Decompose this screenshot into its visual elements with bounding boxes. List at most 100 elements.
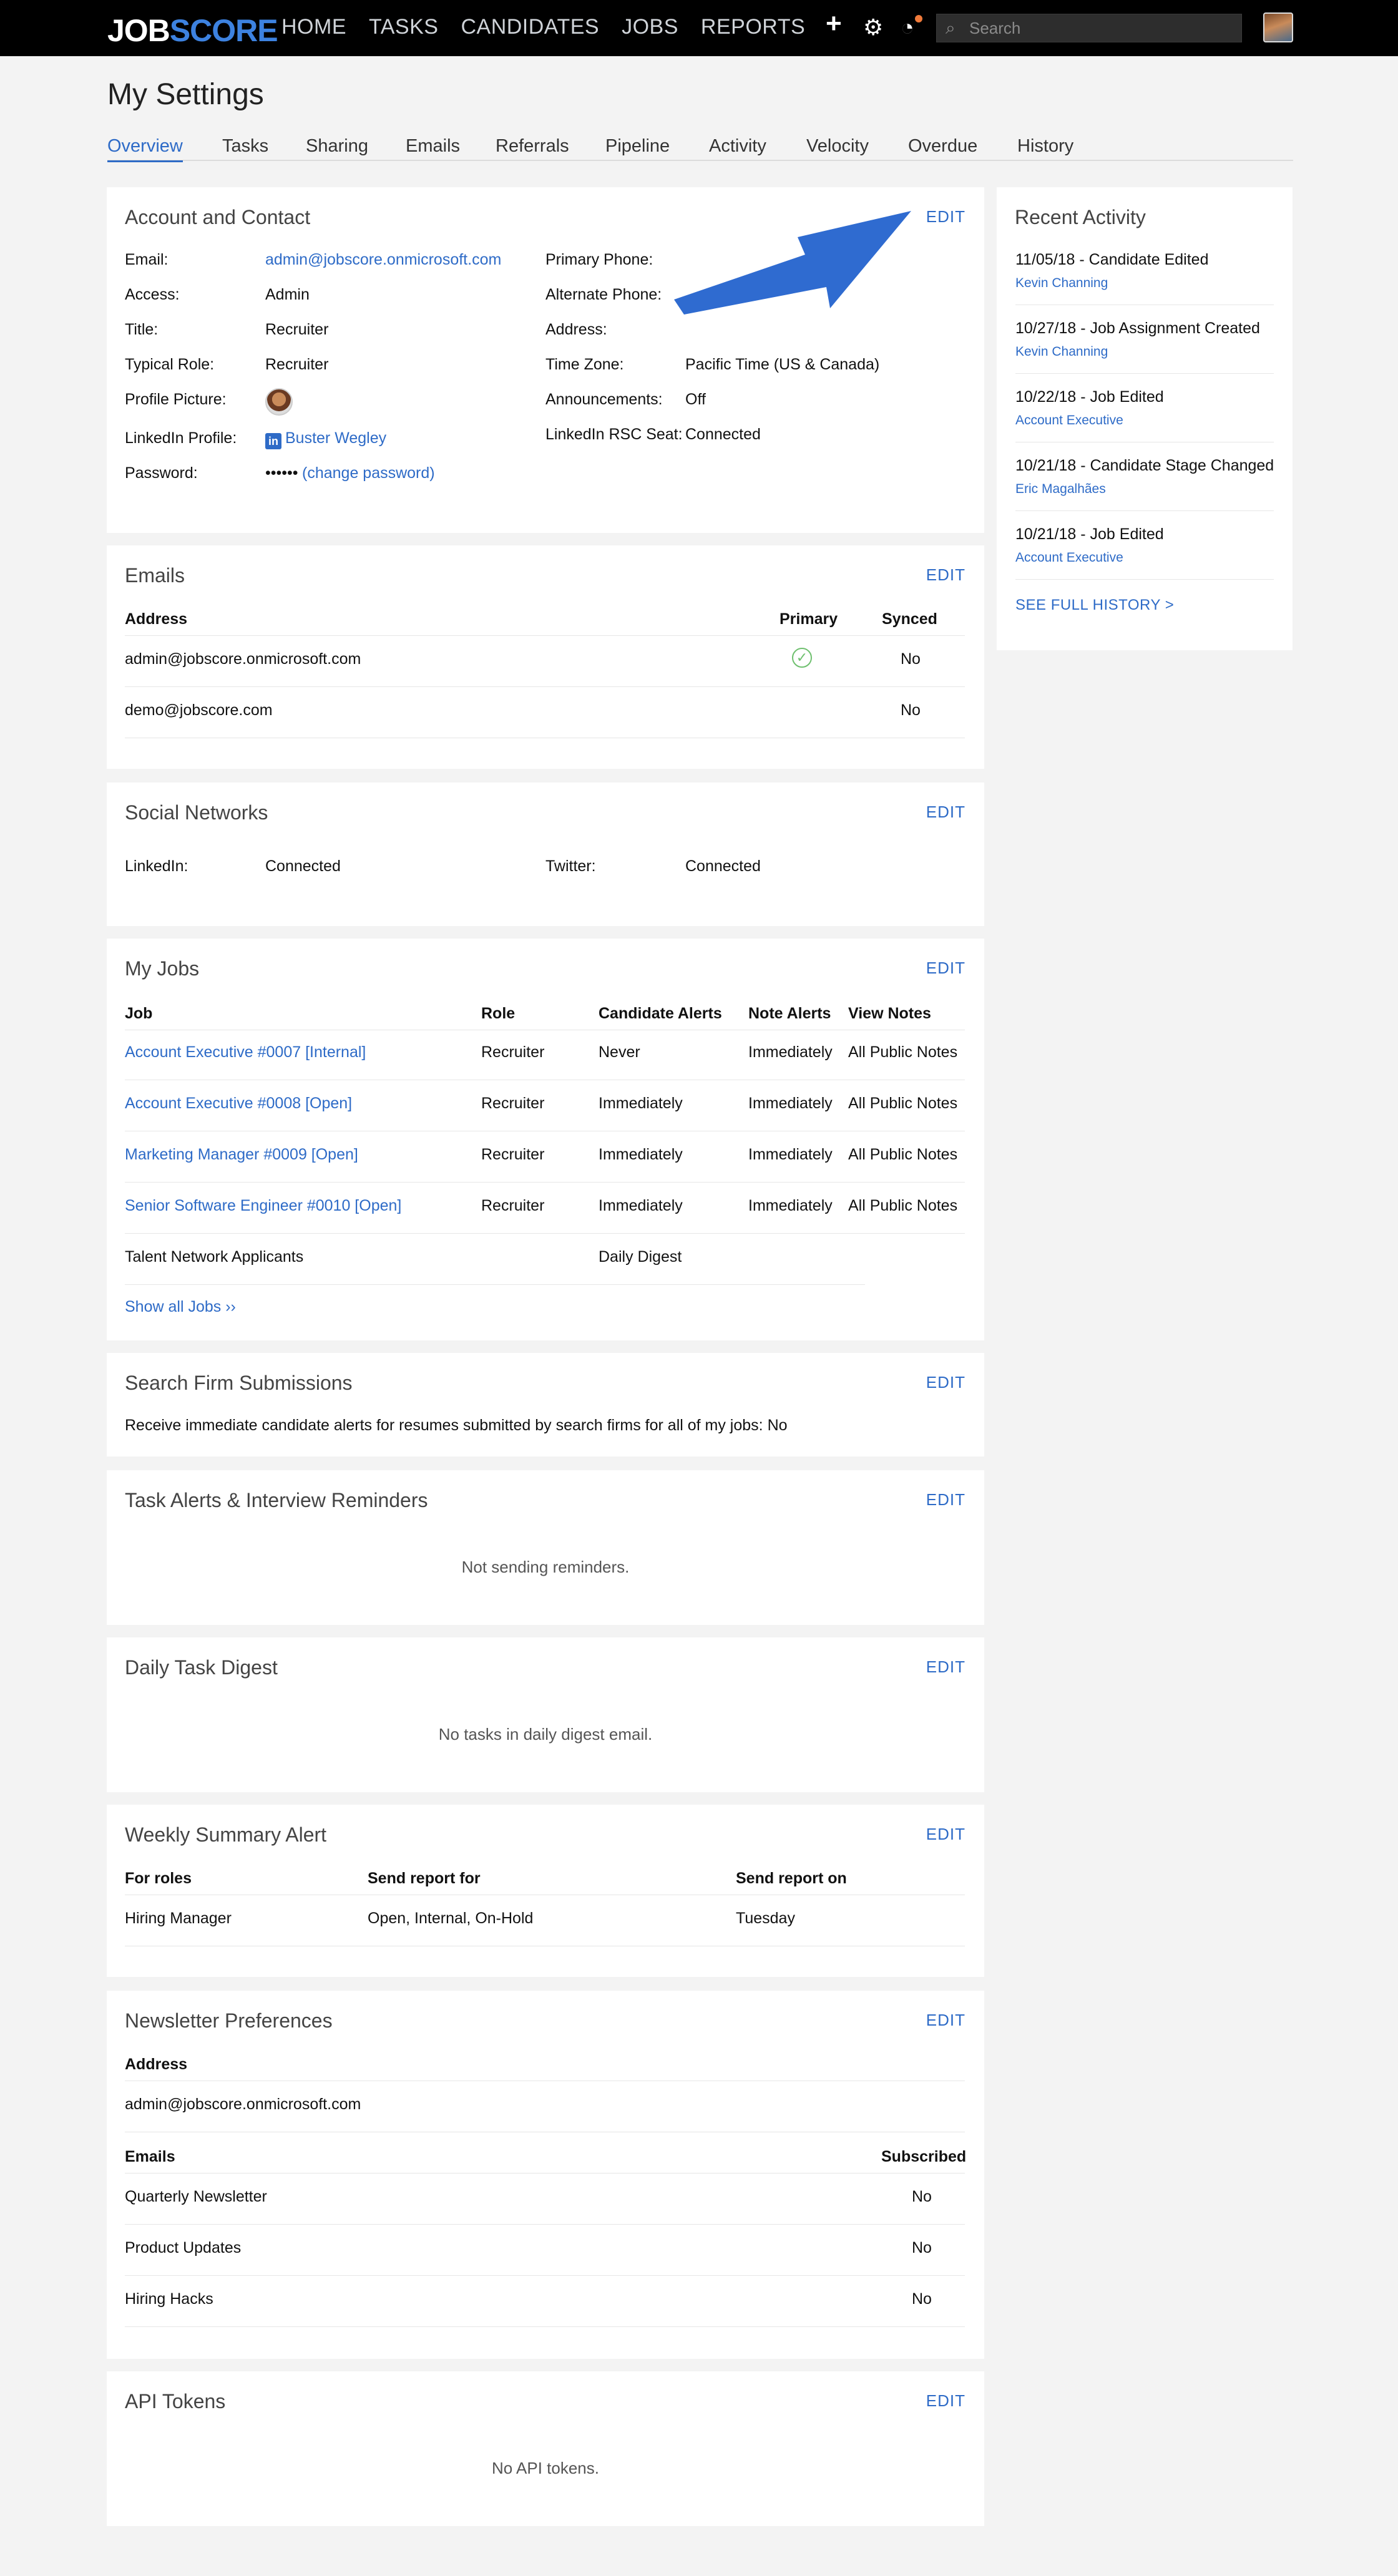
- divider: [125, 2173, 965, 2174]
- gear-icon[interactable]: ⚙: [863, 15, 883, 40]
- linkedin-icon: in: [265, 433, 281, 449]
- activity-item-link[interactable]: Kevin Channing: [1015, 344, 1108, 359]
- user-avatar[interactable]: [1263, 12, 1293, 42]
- notification-dot: [915, 15, 922, 22]
- nav-jobs[interactable]: JOBS: [622, 15, 678, 39]
- title-label: Title:: [125, 321, 159, 338]
- nav-home[interactable]: HOME: [281, 15, 346, 39]
- emails-card: Emails EDIT Address Primary Synced admin…: [107, 545, 984, 769]
- nav-candidates[interactable]: CANDIDATES: [461, 15, 599, 39]
- social-edit-button[interactable]: EDIT: [926, 803, 965, 822]
- newsletter-subscribed: No: [912, 2239, 932, 2256]
- tab-overdue[interactable]: Overdue: [908, 136, 977, 157]
- tab-pipeline[interactable]: Pipeline: [605, 136, 670, 157]
- profile-picture-avatar[interactable]: [265, 388, 293, 416]
- job-view-notes: All Public Notes: [848, 1095, 958, 1112]
- pointer-arrow-icon: [674, 211, 911, 315]
- jobscore-logo[interactable]: JOBSCORE: [107, 12, 278, 49]
- tab-sharing[interactable]: Sharing: [306, 136, 368, 157]
- divider: [1015, 373, 1274, 374]
- activity-item-link[interactable]: Eric Magalhães: [1015, 482, 1106, 497]
- task-alerts-message: Not sending reminders.: [461, 1558, 630, 1576]
- tab-overview[interactable]: Overview: [107, 136, 183, 162]
- task-alerts-edit-button[interactable]: EDIT: [926, 1490, 965, 1510]
- tab-history[interactable]: History: [1017, 136, 1073, 157]
- activity-item-title: 11/05/18 - Candidate Edited: [1015, 251, 1209, 268]
- address-label: Address:: [545, 321, 607, 338]
- change-password-link[interactable]: (change password): [302, 464, 435, 482]
- help-icon[interactable]: ◔: [901, 15, 914, 40]
- job-candidate-alerts: Never: [599, 1043, 640, 1061]
- plus-icon[interactable]: +: [826, 10, 842, 37]
- show-all-jobs-link[interactable]: Show all Jobs ››: [125, 1298, 236, 1316]
- weekly-roles-header: For roles: [125, 1870, 192, 1887]
- api-tokens-title: API Tokens: [125, 2390, 226, 2413]
- email-value[interactable]: admin@jobscore.onmicrosoft.com: [265, 251, 501, 269]
- newsletter-name: Quarterly Newsletter: [125, 2188, 267, 2205]
- activity-item-link[interactable]: Account Executive: [1015, 413, 1123, 428]
- weekly-edit-button[interactable]: EDIT: [926, 1825, 965, 1844]
- tab-tasks[interactable]: Tasks: [222, 136, 268, 157]
- task-alerts-title: Task Alerts & Interview Reminders: [125, 1489, 428, 1511]
- account-edit-button[interactable]: EDIT: [926, 207, 965, 227]
- talent-network-label: Talent Network Applicants: [125, 1248, 304, 1266]
- emails-synced-header: Synced: [882, 610, 937, 628]
- email-synced-2: No: [901, 701, 921, 719]
- time-zone-label: Time Zone:: [545, 356, 624, 373]
- profile-picture-label: Profile Picture:: [125, 391, 227, 408]
- linkedin-rsc-label: LinkedIn RSC Seat:: [545, 426, 683, 443]
- my-jobs-card: My Jobs EDIT Job Role Candidate Alerts N…: [107, 939, 984, 1340]
- job-view-notes: All Public Notes: [848, 1043, 958, 1061]
- daily-digest-card: Daily Task Digest EDIT No tasks in daily…: [107, 1637, 984, 1792]
- activity-item-link[interactable]: Account Executive: [1015, 550, 1123, 565]
- job-link[interactable]: Account Executive #0008 [Open]: [125, 1095, 352, 1113]
- job-view-notes: All Public Notes: [848, 1146, 958, 1163]
- api-tokens-card: API Tokens EDIT No API tokens.: [107, 2371, 984, 2526]
- divider: [125, 1233, 965, 1234]
- linkedin-profile-link[interactable]: in Buster Wegley: [265, 429, 386, 449]
- jobs-role-header: Role: [481, 1005, 516, 1022]
- nav-reports[interactable]: REPORTS: [701, 15, 805, 39]
- search-icon: ⌕: [946, 18, 956, 37]
- tab-emails[interactable]: Emails: [406, 136, 460, 157]
- newsletter-card: Newsletter Preferences EDIT Address admi…: [107, 1991, 984, 2359]
- top-navigation-bar: JOBSCORE HOME TASKS CANDIDATES JOBS REPO…: [0, 0, 1398, 56]
- jobs-note-alerts-header: Note Alerts: [748, 1005, 831, 1022]
- jobs-candidate-alerts-header: Candidate Alerts: [599, 1005, 722, 1022]
- tab-activity[interactable]: Activity: [709, 136, 766, 157]
- daily-digest-message: No tasks in daily digest email.: [438, 1725, 653, 1744]
- search-firm-edit-button[interactable]: EDIT: [926, 1373, 965, 1392]
- search-input[interactable]: [969, 18, 1231, 38]
- emails-edit-button[interactable]: EDIT: [926, 565, 965, 585]
- weekly-report-for-value: Open, Internal, On-Hold: [368, 1910, 534, 1927]
- job-link[interactable]: Account Executive #0007 [Internal]: [125, 1043, 366, 1061]
- see-full-history-link[interactable]: SEE FULL HISTORY >: [1015, 597, 1174, 614]
- emails-title: Emails: [125, 564, 185, 587]
- nav-tasks[interactable]: TASKS: [369, 15, 438, 39]
- typical-role-value: Recruiter: [265, 356, 329, 373]
- daily-digest-edit-button[interactable]: EDIT: [926, 1657, 965, 1677]
- job-role: Recruiter: [481, 1095, 545, 1112]
- job-link[interactable]: Senior Software Engineer #0010 [Open]: [125, 1197, 401, 1215]
- divider: [1015, 510, 1274, 511]
- alternate-phone-label: Alternate Phone:: [545, 286, 662, 303]
- divider: [125, 635, 965, 636]
- job-link[interactable]: Marketing Manager #0009 [Open]: [125, 1146, 358, 1164]
- social-networks-card: Social Networks EDIT LinkedIn: Connected…: [107, 783, 984, 926]
- jobs-edit-button[interactable]: EDIT: [926, 959, 965, 978]
- newsletter-name: Hiring Hacks: [125, 2290, 213, 2308]
- settings-tabs: Overview Tasks Sharing Emails Referrals …: [107, 136, 1293, 162]
- divider: [125, 686, 965, 687]
- task-alerts-card: Task Alerts & Interview Reminders EDIT N…: [107, 1470, 984, 1625]
- tab-velocity[interactable]: Velocity: [806, 136, 869, 157]
- email-label: Email:: [125, 251, 169, 268]
- linkedin-label: LinkedIn:: [125, 857, 188, 875]
- tab-referrals[interactable]: Referrals: [496, 136, 569, 157]
- activity-item-link[interactable]: Kevin Channing: [1015, 276, 1108, 291]
- api-edit-button[interactable]: EDIT: [926, 2391, 965, 2411]
- primary-check-icon: ✓: [792, 648, 812, 668]
- time-zone-value: Pacific Time (US & Canada): [685, 356, 880, 373]
- twitter-label: Twitter:: [545, 857, 596, 875]
- divider: [125, 2326, 965, 2327]
- newsletter-edit-button[interactable]: EDIT: [926, 2011, 965, 2030]
